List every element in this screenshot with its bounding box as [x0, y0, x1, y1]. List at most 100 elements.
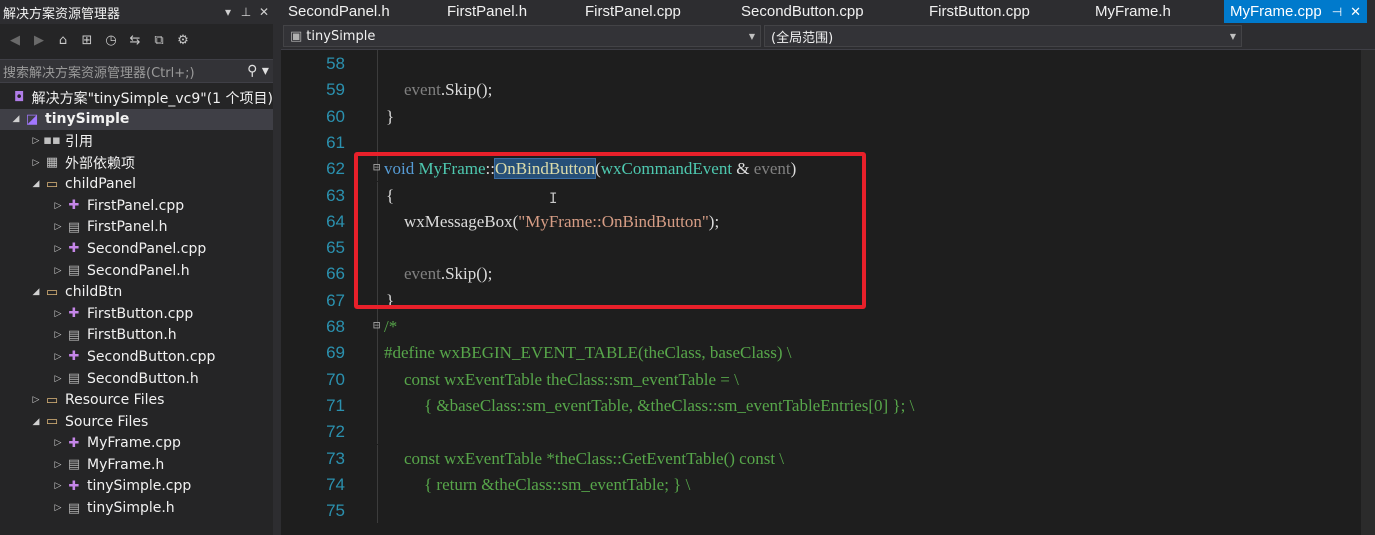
code-line[interactable]: 58: [281, 50, 1375, 77]
expand-arrow-icon[interactable]: ◢: [30, 179, 42, 189]
scope-dropdown[interactable]: (全局范围) ▼: [764, 25, 1242, 47]
code-line[interactable]: 69 #define wxBEGIN_EVENT_TABLE(theClass, …: [281, 339, 1375, 366]
collapse-arrow-icon[interactable]: ▷: [52, 201, 64, 211]
tree-item[interactable]: ▷ ▤ tinySimple.h: [0, 497, 273, 519]
collapse-arrow-icon[interactable]: ▷: [52, 222, 64, 232]
collapse-all-icon[interactable]: ⧉: [148, 33, 170, 48]
project-dropdown[interactable]: ▣ tinySimple ▼: [283, 25, 761, 47]
solution-explorer-search[interactable]: 搜索解决方案资源管理器(Ctrl+;) ⚲ ▾: [0, 59, 273, 83]
collapse-arrow-icon[interactable]: ▷: [52, 330, 64, 340]
close-tab-icon[interactable]: ✕: [1350, 4, 1361, 19]
code-line[interactable]: 64 wxMessageBox("MyFrame::OnBindButton");: [281, 207, 1375, 235]
tree-item[interactable]: ▷ ▤ SecondPanel.h: [0, 260, 273, 282]
code-text: event.Skip();: [404, 80, 492, 100]
tab-secondpanel-h[interactable]: SecondPanel.h: [288, 0, 390, 23]
code-text: /*: [384, 317, 397, 337]
collapse-arrow-icon[interactable]: ▷: [52, 374, 64, 384]
code-line[interactable]: 68 ⊟ /*: [281, 313, 1375, 340]
tree-item-label: MyFrame.h: [87, 456, 165, 473]
code-line[interactable]: 60}: [281, 102, 1375, 129]
refresh-icon[interactable]: ⇆: [124, 33, 146, 48]
collapse-arrow-icon[interactable]: ▷: [52, 460, 64, 470]
collapse-arrow-icon[interactable]: ▷: [52, 309, 64, 319]
search-icon[interactable]: ⚲ ▾: [243, 63, 273, 79]
tree-item[interactable]: ◢ ▭ Source Files: [0, 411, 273, 433]
tree-item[interactable]: ▷ ✚ SecondPanel.cpp: [0, 238, 273, 260]
collapse-arrow-icon[interactable]: ▷: [52, 438, 64, 448]
header-file-icon: ▤: [67, 327, 81, 343]
line-number: 69: [326, 343, 345, 363]
tree-item[interactable]: ▷ ▦ 外部依赖项: [0, 152, 273, 174]
collapse-region-icon[interactable]: ⊟: [373, 160, 380, 174]
tree-item[interactable]: ▷ ✚ tinySimple.cpp: [0, 476, 273, 498]
tree-item[interactable]: ▷ ▤ SecondButton.h: [0, 368, 273, 390]
back-icon[interactable]: ◀: [4, 33, 26, 48]
code-line[interactable]: 65: [281, 234, 1375, 261]
tab-firstbutton-cpp[interactable]: FirstButton.cpp: [929, 0, 1030, 23]
solution-tree: ◘ 解决方案"tinySimple_vc9"(1 个项目) ◢ ◪ tinySimple…: [0, 87, 273, 519]
tab-secondbutton-cpp[interactable]: SecondButton.cpp: [741, 0, 864, 23]
tree-item[interactable]: ▷ ▤ FirstPanel.h: [0, 217, 273, 239]
collapse-arrow-icon[interactable]: ▷: [52, 244, 64, 254]
tree-item[interactable]: ▷ ✚ SecondButton.cpp: [0, 346, 273, 368]
collapse-region-icon[interactable]: ⊟: [373, 318, 380, 332]
code-line[interactable]: 74 { return &theClass::sm_eventTable; } \: [281, 470, 1375, 498]
tree-item-label: FirstPanel.cpp: [87, 197, 185, 214]
tab-myframe-h[interactable]: MyFrame.h: [1095, 0, 1171, 23]
expand-arrow-icon[interactable]: ◢: [30, 417, 42, 427]
tree-item[interactable]: ◘ 解决方案"tinySimple_vc9"(1 个项目): [0, 87, 273, 109]
code-line[interactable]: 61: [281, 128, 1375, 156]
pending-changes-icon[interactable]: ◷: [100, 33, 122, 48]
code-line[interactable]: 71 { &baseClass::sm_eventTable, &theClass…: [281, 391, 1375, 419]
pin-tab-icon[interactable]: ⊣: [1332, 5, 1342, 19]
collapse-arrow-icon[interactable]: ▷: [30, 395, 42, 405]
tree-item[interactable]: ▷ ✚ FirstPanel.cpp: [0, 195, 273, 217]
code-line[interactable]: 63 {: [281, 181, 1375, 208]
code-editor[interactable]: 58 59 event.Skip(); 60} 61 62 ⊟ void MyFrame::O…: [281, 50, 1375, 535]
tree-item[interactable]: ◢ ◪ tinySimple: [0, 108, 273, 131]
close-icon[interactable]: ✕: [255, 5, 273, 19]
tree-item[interactable]: ▷ ▤ MyFrame.h: [0, 454, 273, 476]
code-line[interactable]: 73 const wxEventTable *theClass::GetEvent…: [281, 444, 1375, 471]
tree-item[interactable]: ◢ ▭ childBtn: [0, 281, 273, 303]
tab-firstpanel-cpp[interactable]: FirstPanel.cpp: [585, 0, 681, 23]
tree-item[interactable]: ▷ ▭ Resource Files: [0, 389, 273, 411]
collapse-arrow-icon[interactable]: ▷: [30, 136, 42, 146]
search-input[interactable]: 搜索解决方案资源管理器(Ctrl+;): [3, 62, 243, 81]
vertical-scrollbar[interactable]: [1361, 50, 1375, 535]
code-line[interactable]: 67}: [281, 286, 1375, 313]
code-token: event: [404, 80, 441, 100]
forward-icon[interactable]: ▶: [28, 33, 50, 48]
tab-myframe-cpp[interactable]: MyFrame.cpp ⊣ ✕: [1224, 0, 1368, 23]
tree-item[interactable]: ◢ ▭ childPanel: [0, 173, 273, 195]
line-number: 64: [326, 211, 345, 231]
code-line[interactable]: 62 ⊟ void MyFrame::OnBindButton(wxCommandE…: [281, 155, 1375, 182]
properties-icon[interactable]: ⚙: [172, 33, 194, 48]
expand-arrow-icon[interactable]: ◢: [10, 114, 22, 124]
home-icon[interactable]: ⌂: [52, 33, 74, 48]
code-line[interactable]: 72: [281, 418, 1375, 445]
folder-icon: ▭: [45, 176, 59, 192]
collapse-arrow-icon[interactable]: ▷: [30, 158, 42, 168]
sync-view-icon[interactable]: ⊞: [76, 33, 98, 48]
tab-firstpanel-h[interactable]: FirstPanel.h: [447, 0, 527, 23]
pin-icon[interactable]: ⊥: [237, 5, 255, 19]
collapse-arrow-icon[interactable]: ▷: [52, 352, 64, 362]
collapse-arrow-icon[interactable]: ▷: [52, 481, 64, 491]
tree-item[interactable]: ▷ ▪▪ 引用: [0, 130, 273, 152]
code-text: {: [386, 186, 394, 206]
tree-item[interactable]: ▷ ▤ FirstButton.h: [0, 325, 273, 347]
tree-item[interactable]: ▷ ✚ FirstButton.cpp: [0, 303, 273, 325]
collapse-arrow-icon[interactable]: ▷: [52, 266, 64, 276]
code-line[interactable]: 75: [281, 497, 1375, 524]
panel-splitter[interactable]: [273, 0, 281, 535]
code-line[interactable]: 70 const wxEventTable theClass::sm_eventT…: [281, 365, 1375, 392]
code-line[interactable]: 59 event.Skip();: [281, 76, 1375, 103]
chevron-down-icon: ▼: [1229, 31, 1237, 41]
expand-arrow-icon[interactable]: ◢: [30, 287, 42, 297]
code-line[interactable]: 66 event.Skip();: [281, 260, 1375, 287]
window-position-dropdown-icon[interactable]: ▾: [219, 5, 237, 19]
collapse-arrow-icon[interactable]: ▷: [52, 503, 64, 513]
tree-item[interactable]: ▷ ✚ MyFrame.cpp: [0, 433, 273, 455]
outline-guide: [377, 444, 378, 471]
